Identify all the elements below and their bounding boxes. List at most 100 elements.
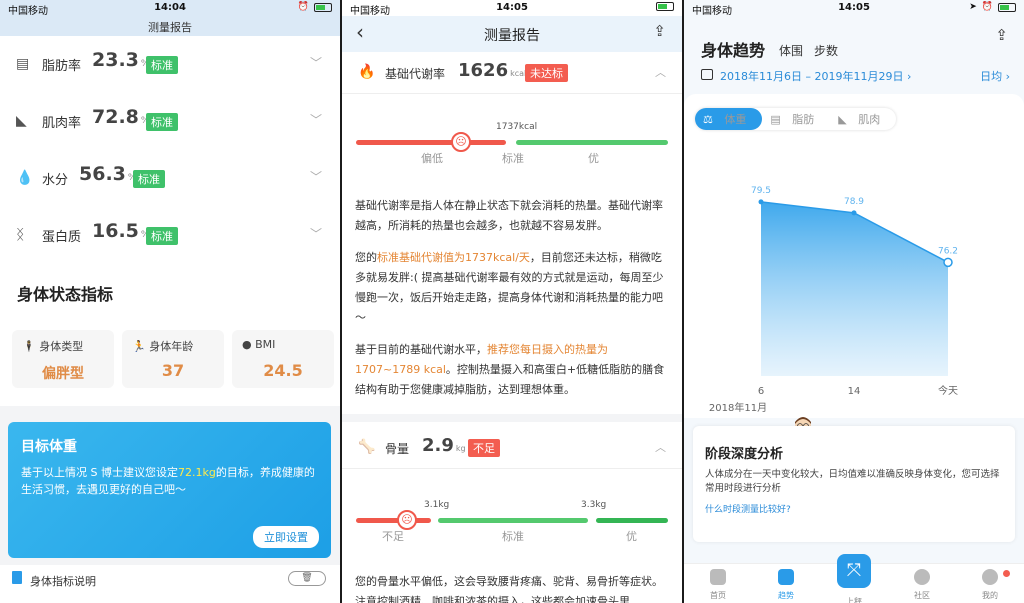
metric-row-water[interactable]: 💧 水分 56.3% 标准 ﹀ <box>0 150 340 207</box>
metric-label: 基础代谢率 <box>385 67 446 81</box>
battery-icon <box>314 2 332 12</box>
notification-dot <box>1003 570 1010 577</box>
page-title: 测量报告 <box>484 28 540 44</box>
bmr-paragraph-3: 基于目前的基础代谢水平，推荐您每日摄入的热量为1707~1789 kcal。控制… <box>355 343 665 396</box>
tab-mine[interactable]: 我的 <box>956 564 1024 603</box>
fat-icon: ▤ <box>16 56 30 72</box>
data-point <box>943 257 953 268</box>
nav-header: ‹ 测量报告 ⇪ <box>342 16 682 52</box>
scale-bar-standard <box>438 518 588 523</box>
scale-label: 不足 <box>382 530 404 543</box>
metric-segmented-control: ⚖ 体重 ▤ 脂肪 ◣ 肌肉 <box>695 108 897 130</box>
data-label: 76.2 <box>938 246 958 256</box>
date-range-selector[interactable]: 2018年11月6日 – 2019年11月29日 › <box>720 68 911 84</box>
tab-home[interactable]: 首页 <box>684 564 752 603</box>
protein-icon: ᛝ <box>16 227 25 243</box>
bmr-scale: 1737kcal ☹ 偏低 标准 优 <box>356 122 668 165</box>
data-point <box>758 199 764 205</box>
metric-value: 72.8% <box>92 106 149 128</box>
alarm-icon: ⏰ <box>981 2 993 12</box>
x-tick-label: 6 <box>758 386 764 397</box>
analysis-help-link[interactable]: 什么时段测量比较好? <box>705 502 791 515</box>
tile-bmi: ● BMI 24.5 <box>232 330 334 388</box>
set-now-button[interactable]: 立即设置 <box>253 526 319 548</box>
target-weight-card: 目标体重 基于以上情况 S 博士建议您设定72.1kg的目标，养成健康的生活习惯… <box>8 422 331 558</box>
status-bar: 中国移动 14:05 <box>342 0 682 17</box>
scale-icon: ⤧ <box>837 554 871 588</box>
metric-row-fat[interactable]: ▤ 脂肪率 23.3% 标准 ﹀ <box>0 36 340 93</box>
daily-average-selector[interactable]: 日均 › <box>980 68 1010 84</box>
chevron-down-icon[interactable]: ﹀ <box>310 168 322 185</box>
tile-body-age: 🏃 身体年龄 37 <box>122 330 224 388</box>
tab-steps[interactable]: 步数 <box>814 42 838 59</box>
page-title: 测量报告 <box>148 21 192 34</box>
status-badge: 不足 <box>468 439 500 457</box>
target-title: 目标体重 <box>21 439 77 455</box>
trash-icon[interactable]: 🗑 <box>288 571 326 586</box>
tile-label: 🏃 身体年龄 <box>132 340 194 353</box>
scale-tick: 3.1kg <box>424 500 450 510</box>
share-icon[interactable]: ⇪ <box>653 22 666 40</box>
seg-muscle[interactable]: ◣ 肌肉 <box>830 108 896 130</box>
water-drop-icon: 💧 <box>16 170 34 186</box>
analysis-description: 人体成分在一天中变化较大，日均值难以准确反映身体变化，您可选择常用时段进行分析 <box>705 469 1000 494</box>
compass-icon <box>914 569 930 585</box>
metric-value: 16.5% <box>92 220 149 242</box>
metric-value: 23.3% <box>92 49 149 71</box>
chevron-up-icon[interactable]: ︿ <box>655 439 666 455</box>
seg-fat[interactable]: ▤ 脂肪 <box>762 108 830 130</box>
tile-label: 🕴 身体类型 <box>22 340 84 353</box>
scale-label: 标准 <box>502 530 524 543</box>
tab-weigh[interactable]: ⤧ 上秤 <box>820 554 888 603</box>
sad-face-icon: ☹ <box>397 510 417 530</box>
metric-row-bmr[interactable]: 🔥 基础代谢率 1626 kcal 未达标 ︿ <box>342 52 682 94</box>
metric-row-muscle[interactable]: ◣ 肌肉率 72.8% 标准 ﹀ <box>0 93 340 150</box>
status-badge: 标准 <box>146 113 178 131</box>
indicator-explain-link[interactable]: 身体指标说明 <box>30 573 96 589</box>
scale-label: 优 <box>588 152 599 165</box>
muscle-icon: ◣ <box>16 113 27 129</box>
chevron-down-icon[interactable]: ﹀ <box>310 54 322 71</box>
bottom-tab-bar: 首页 趋势 ⤧ 上秤 社区 我的 <box>684 554 1024 603</box>
footer-bar: 身体指标说明 🗑 <box>0 565 340 603</box>
chevron-up-icon[interactable]: ︿ <box>655 64 666 80</box>
tab-trend[interactable]: 趋势 <box>752 564 820 603</box>
bmr-paragraph-2: 您的标准基础代谢值为1737kcal/天，目前您还未达标，稍微吃多就易发胖:( … <box>355 251 664 324</box>
status-bar: 中国移动 14:04 ⏰ <box>0 0 340 17</box>
status-badge: 未达标 <box>525 64 568 82</box>
tile-value: 24.5 <box>263 361 303 380</box>
chevron-down-icon[interactable]: ﹀ <box>310 111 322 128</box>
home-icon <box>710 569 726 585</box>
scale-label: 标准 <box>502 152 524 165</box>
metric-value: 1626 kcal <box>458 60 527 81</box>
profile-icon <box>982 569 998 585</box>
seg-weight[interactable]: ⚖ 体重 <box>695 108 763 130</box>
sad-face-icon: ☹ <box>451 132 471 152</box>
tab-community[interactable]: 社区 <box>888 564 956 603</box>
tab-girth[interactable]: 体围 <box>779 42 803 59</box>
bone-scale: 3.1kg 3.3kg ☹ 不足 标准 优 <box>356 500 668 543</box>
chevron-down-icon[interactable]: ﹀ <box>310 225 322 242</box>
metric-label: 肌肉率 <box>42 116 82 131</box>
metric-label: 骨量 <box>385 442 410 456</box>
page-title: 身体趋势 <box>701 41 766 60</box>
section-divider <box>342 414 682 422</box>
metric-value: 2.9 kg <box>422 435 466 456</box>
bmr-paragraph-1: 基础代谢率是指人体在静止状态下就会消耗的热量。基础代谢率越高，所消耗的热量也会越… <box>355 199 663 232</box>
metric-row-protein[interactable]: ᛝ 蛋白质 16.5% 标准 ﹀ <box>0 207 340 264</box>
metric-label: 脂肪率 <box>42 59 82 74</box>
status-badge: 标准 <box>133 170 165 188</box>
tab-label: 首页 <box>710 591 726 600</box>
metric-value: 56.3% <box>79 163 136 185</box>
metric-row-bone[interactable]: 🦴 骨量 2.9 kg 不足 ︿ <box>342 427 682 469</box>
x-tick-label: 今天 <box>938 384 958 397</box>
data-point <box>851 210 857 216</box>
scale-bar-low <box>356 140 506 145</box>
scale-tick: 1737kcal <box>496 122 538 132</box>
location-icon: ➤ <box>969 2 977 12</box>
share-icon[interactable]: ⇪ <box>995 26 1008 44</box>
tile-value: 偏胖型 <box>42 366 84 382</box>
stage-analysis-card: 阶段深度分析 人体成分在一天中变化较大，日均值难以准确反映身体变化，您可选择常用… <box>693 426 1015 542</box>
trend-chart-card: 79.5 6 78.9 14 76.2 今天 2018年11月 ⚖ 体重 ▤ 脂肪 ◣ 肌肉 <box>684 94 1024 418</box>
metric-label: 水分 <box>42 173 69 188</box>
